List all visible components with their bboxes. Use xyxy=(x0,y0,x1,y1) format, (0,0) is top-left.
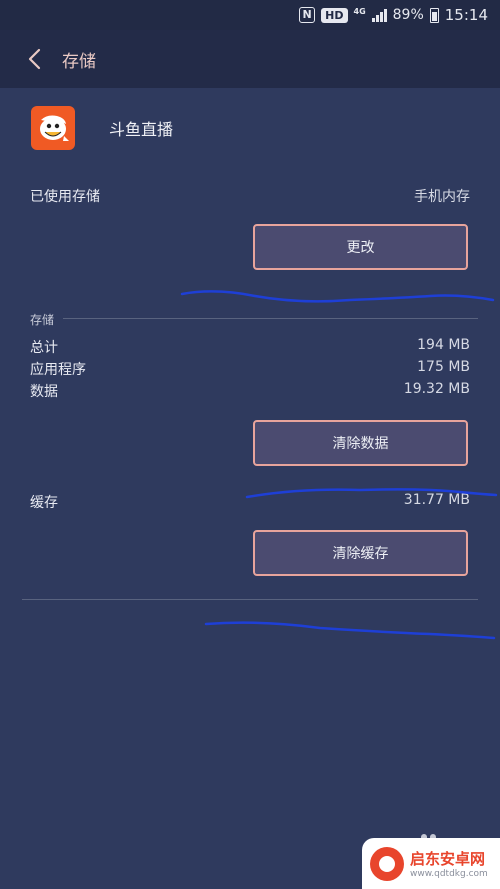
hd-voice-icon: HD xyxy=(321,7,348,23)
used-storage-value: 手机内存 xyxy=(414,189,470,205)
used-storage-label: 已使用存储 xyxy=(30,189,100,205)
app-name: 斗鱼直播 xyxy=(109,120,174,139)
storage-row-data: 数据 19.32 MB xyxy=(30,381,470,401)
watermark-url: www.qdtdkg.com xyxy=(410,869,488,879)
page-title: 存储 xyxy=(62,51,96,72)
cache-value: 31.77 MB xyxy=(403,492,470,508)
app-header: 斗鱼直播 xyxy=(31,106,173,150)
storage-section-label: 存储 xyxy=(30,313,55,327)
status-bar: N HD 4G 89% 15:14 xyxy=(0,0,500,30)
cache-label: 缓存 xyxy=(30,495,58,511)
app-bar: 存储 xyxy=(0,30,500,88)
storage-row-app: 应用程序 175 MB xyxy=(30,359,470,379)
used-storage-row: 已使用存储 手机内存 xyxy=(30,186,470,206)
storage-row-value: 19.32 MB xyxy=(403,381,470,397)
bottom-divider xyxy=(22,599,478,600)
clear-cache-button[interactable]: 清除缓存 xyxy=(253,530,468,576)
clear-data-button[interactable]: 清除数据 xyxy=(253,420,468,466)
storage-row-value: 175 MB xyxy=(417,359,470,375)
change-storage-button[interactable]: 更改 xyxy=(253,224,468,270)
cache-row: 缓存 31.77 MB xyxy=(30,492,470,512)
storage-row-label: 总计 xyxy=(30,340,58,356)
section-divider xyxy=(63,318,478,319)
chevron-left-icon xyxy=(28,48,41,70)
battery-icon xyxy=(429,7,439,23)
watermark-title: 启东安卓网 xyxy=(410,850,486,868)
nfc-icon: N xyxy=(299,7,316,23)
storage-row-label: 应用程序 xyxy=(30,362,86,378)
storage-row-total: 总计 194 MB xyxy=(30,337,470,357)
battery-percent: 89% xyxy=(392,7,424,23)
network-type: 4G xyxy=(353,7,366,16)
watermark: 启东安卓网 www.qdtdkg.com xyxy=(362,838,500,889)
clock: 15:14 xyxy=(444,6,488,24)
storage-row-label: 数据 xyxy=(30,384,58,400)
watermark-logo-icon xyxy=(370,846,404,881)
storage-row-value: 194 MB xyxy=(417,337,470,353)
douyu-fish-icon xyxy=(31,106,75,150)
signal-icon xyxy=(371,8,387,22)
back-button[interactable] xyxy=(6,30,62,88)
